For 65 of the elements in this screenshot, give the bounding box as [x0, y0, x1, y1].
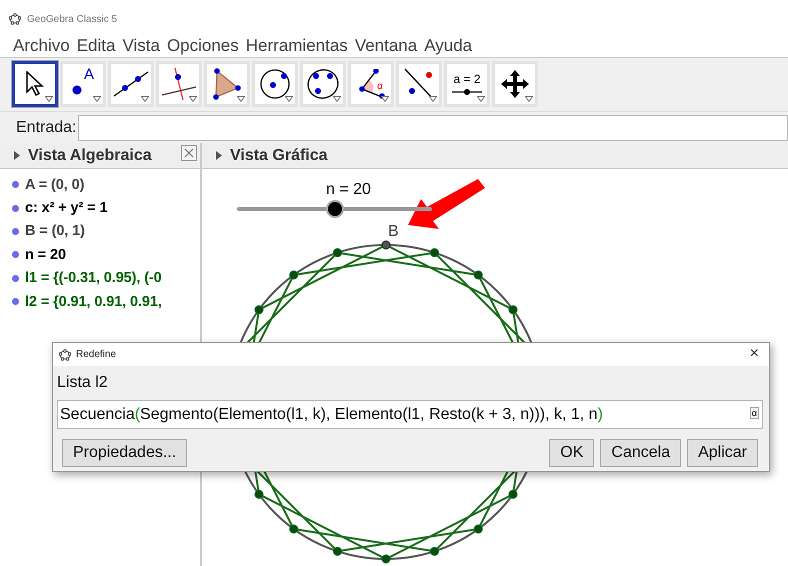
- menu-item[interactable]: Ventana: [354, 36, 418, 56]
- perpendicular-line-icon: [161, 67, 197, 101]
- symbol-button[interactable]: α: [750, 407, 759, 419]
- menu-item[interactable]: Archivo: [13, 36, 70, 56]
- dropdown-triangle-icon: [429, 96, 437, 102]
- dropdown-triangle-icon: [45, 96, 53, 102]
- visibility-dot-icon[interactable]: [12, 181, 19, 188]
- dialog-title: Redefine: [76, 349, 116, 360]
- dropdown-triangle-icon: [333, 96, 341, 102]
- collapse-triangle-icon[interactable]: [216, 151, 222, 160]
- circle-icon: [259, 68, 291, 100]
- menu-item[interactable]: Ayuda: [424, 36, 472, 56]
- triangle-icon: [212, 68, 242, 100]
- tool-button[interactable]: α: [348, 61, 394, 107]
- visibility-dot-icon[interactable]: [12, 298, 19, 306]
- panel-title: Vista Gráfica: [230, 146, 328, 164]
- dialog-heading: Lista l2: [57, 373, 109, 393]
- dropdown-triangle-icon: [525, 96, 533, 102]
- point-icon: [72, 85, 82, 95]
- dropdown-triangle-icon: [189, 96, 197, 102]
- dropdown-triangle-icon: [477, 96, 485, 102]
- algebra-object[interactable]: B = (0, 1): [25, 223, 85, 240]
- point-label: B: [388, 223, 399, 241]
- slider-thumb[interactable]: [328, 202, 342, 216]
- close-button[interactable]: ×: [746, 345, 763, 363]
- dropdown-triangle-icon: [285, 96, 293, 102]
- algebra-object[interactable]: A = (0, 0): [25, 176, 84, 193]
- app-icon: [59, 348, 71, 360]
- window-title: GeoGebra Classic 5: [27, 14, 118, 24]
- panel-title: Vista Algebraica: [28, 146, 152, 164]
- dropdown-triangle-icon: [237, 96, 245, 102]
- algebra-object[interactable]: n = 20: [25, 246, 66, 263]
- move-arrows-icon: [500, 69, 530, 99]
- dropdown-triangle-icon: [93, 96, 101, 102]
- dialog-button[interactable]: OK: [549, 439, 594, 467]
- collapse-triangle-icon[interactable]: [14, 151, 20, 160]
- slider-label: n = 20: [326, 181, 371, 199]
- visibility-dot-icon[interactable]: [12, 204, 19, 212]
- menu-item[interactable]: Vista: [122, 36, 160, 56]
- tool-button[interactable]: [12, 61, 58, 107]
- visibility-dot-icon[interactable]: [12, 251, 19, 258]
- properties-button[interactable]: Propiedades...: [62, 439, 188, 467]
- visibility-dot-icon[interactable]: [12, 274, 19, 282]
- menu-item[interactable]: Opciones: [166, 36, 239, 56]
- line-icon: [113, 70, 149, 98]
- ellipse-icon: [306, 68, 340, 100]
- dialog-button[interactable]: Aplicar: [687, 439, 758, 467]
- dropdown-triangle-icon: [141, 96, 149, 102]
- app-icon: [9, 13, 21, 25]
- algebra-object[interactable]: l1 = {(-0.31, 0.95), (-0: [25, 270, 162, 286]
- arrow-cursor-icon: [25, 71, 45, 97]
- visibility-dot-icon[interactable]: [12, 228, 19, 235]
- menu-item[interactable]: Herramientas: [246, 36, 348, 56]
- close-icon[interactable]: [181, 145, 197, 161]
- definition-field[interactable]: Secuencia(Segmento(Elemento(l1, k), Elemento(l1, Resto(k + 3, n))), k, 1, n) α: [57, 400, 763, 429]
- tool-button[interactable]: a = 2: [444, 61, 490, 107]
- input-field[interactable]: [78, 114, 788, 140]
- tool-button[interactable]: A: [60, 61, 106, 107]
- algebra-object[interactable]: c: x² + y² = 1: [25, 200, 108, 216]
- menu-item[interactable]: Edita: [76, 36, 116, 56]
- point-label: A: [84, 66, 94, 83]
- dropdown-triangle-icon: [381, 96, 389, 102]
- dialog-button[interactable]: Cancela: [600, 439, 682, 467]
- input-label: Entrada:: [16, 118, 76, 136]
- algebra-object[interactable]: l2 = {0.91, 0.91, 0.91,: [25, 294, 162, 310]
